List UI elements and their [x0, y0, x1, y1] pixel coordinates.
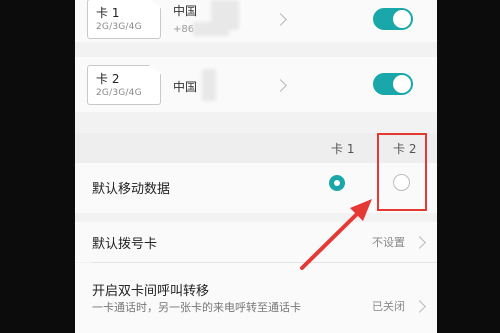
annotation-arrow [300, 199, 372, 270]
dual-sim-settings-screen: 卡 1 2G/3G/4G 中国 +86 卡 2 2G/3G/4G 中国 卡 1 … [75, 0, 437, 333]
